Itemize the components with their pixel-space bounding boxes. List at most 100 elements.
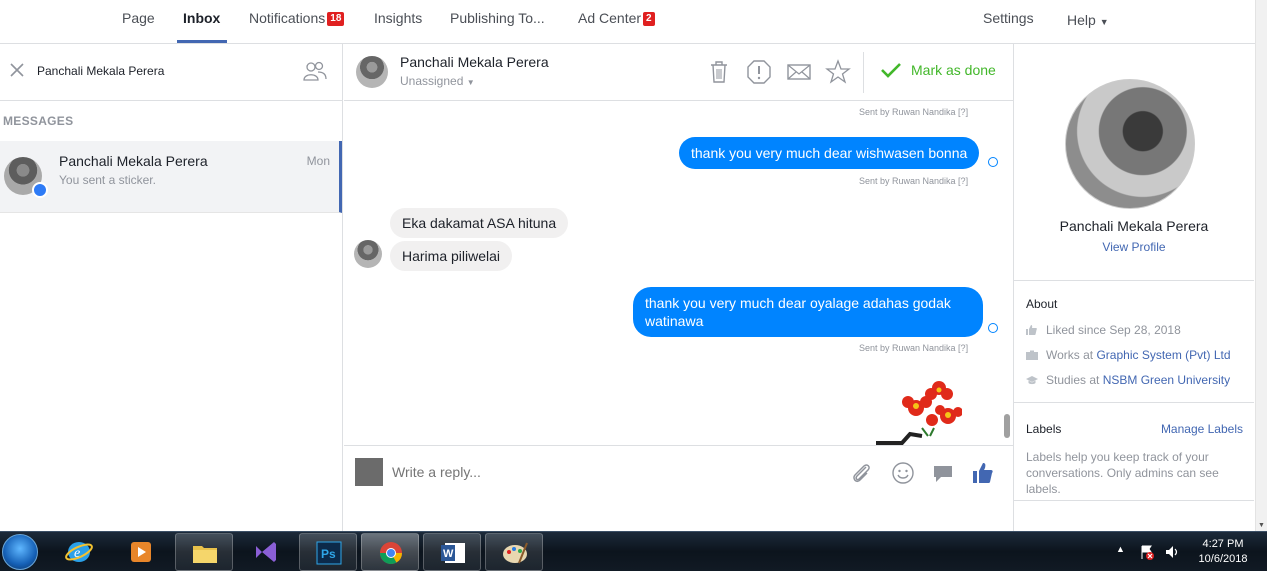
- nav-notifications[interactable]: Notifications 18: [249, 0, 345, 44]
- thread-time: Mon: [306, 154, 330, 168]
- nav-page[interactable]: Page: [122, 0, 155, 44]
- reply-input[interactable]: [392, 464, 792, 480]
- trash-icon[interactable]: [706, 59, 732, 85]
- seen-check-icon: [988, 157, 998, 167]
- studies-at-row: Studies at NSBM Green University: [1026, 373, 1230, 387]
- taskbar-word[interactable]: W: [423, 533, 481, 571]
- header-divider: [863, 52, 864, 93]
- briefcase-icon: [1026, 350, 1038, 360]
- action-center-flag-icon[interactable]: [1139, 544, 1155, 560]
- emoji-icon[interactable]: [891, 461, 915, 485]
- nav-ad-center-label: Ad Center: [578, 10, 642, 26]
- thread-item[interactable]: Panchali Mekala Perera You sent a sticke…: [0, 141, 342, 213]
- close-icon[interactable]: [9, 62, 25, 78]
- mail-icon[interactable]: [786, 59, 812, 85]
- attachment-icon[interactable]: [850, 461, 874, 485]
- graduation-cap-icon: [1026, 376, 1038, 385]
- nav-publishing-label: Publishing To...: [450, 10, 545, 26]
- star-icon[interactable]: [825, 59, 851, 85]
- saved-replies-icon[interactable]: [931, 461, 955, 485]
- studies-prefix: Studies at: [1046, 373, 1103, 387]
- mark-as-done-label: Mark as done: [911, 62, 996, 78]
- volume-icon[interactable]: [1164, 544, 1180, 560]
- scroll-down-arrow-icon[interactable]: ▼: [1258, 522, 1265, 529]
- message-bubble-incoming[interactable]: Harima piliwelai: [390, 241, 513, 271]
- nav-ad-center[interactable]: Ad Center 2: [578, 0, 655, 44]
- profile-name: Panchali Mekala Perera: [1059, 218, 1209, 234]
- liked-since-row: Liked since Sep 28, 2018: [1026, 323, 1181, 337]
- taskbar-visual-studio[interactable]: [237, 533, 295, 571]
- nav-inbox[interactable]: Inbox: [177, 0, 227, 43]
- divider: [1014, 402, 1254, 403]
- conversation-header: Panchali Mekala Perera Unassigned ▼ Mark…: [344, 44, 1013, 101]
- profile-photo[interactable]: [1065, 79, 1195, 209]
- flower-sticker-icon[interactable]: [872, 376, 962, 445]
- word-icon: W: [441, 543, 465, 563]
- message-bubble-outgoing[interactable]: thank you very much dear oyalage adahas …: [633, 287, 983, 337]
- employer-link[interactable]: Graphic System (Pvt) Ltd: [1096, 348, 1230, 362]
- liked-since-text: Liked since Sep 28, 2018: [1046, 323, 1181, 337]
- clock-date: 10/6/2018: [1198, 553, 1248, 565]
- conversation-title[interactable]: Panchali Mekala Perera: [400, 54, 549, 70]
- search-row: Panchali Mekala Perera: [0, 44, 342, 101]
- thread-list-panel: Panchali Mekala Perera MESSAGES Panchali…: [0, 44, 343, 531]
- messenger-icon: [32, 182, 48, 198]
- reply-composer: [344, 445, 1013, 531]
- internet-explorer-icon: e: [65, 542, 93, 562]
- taskbar-file-explorer[interactable]: [175, 533, 233, 571]
- sent-by-label: Sent by Ruwan Nandika [?]: [859, 176, 969, 186]
- start-button[interactable]: [2, 534, 38, 570]
- avatar: [354, 240, 382, 268]
- about-heading: About: [1026, 297, 1058, 311]
- assignee-label: Unassigned: [400, 74, 464, 88]
- nav-help[interactable]: Help ▼: [1067, 2, 1109, 46]
- message-bubble-incoming[interactable]: Eka dakamat ASA hituna: [390, 208, 569, 238]
- svg-text:W: W: [443, 548, 454, 560]
- seen-check-icon: [988, 323, 998, 333]
- conversation-scroll-thumb[interactable]: [1004, 414, 1010, 438]
- taskbar-photoshop[interactable]: Ps: [299, 533, 357, 571]
- taskbar-paint[interactable]: [485, 533, 543, 571]
- mark-as-done-button[interactable]: Mark as done: [880, 62, 996, 78]
- nav-insights-label: Insights: [374, 10, 423, 26]
- page-scrollbar[interactable]: ▼: [1255, 0, 1267, 531]
- conversation-panel: Panchali Mekala Perera Unassigned ▼ Mark…: [344, 44, 1013, 531]
- system-clock[interactable]: 4:27 PM 10/6/2018: [1190, 537, 1256, 567]
- nav-insights[interactable]: Insights: [374, 0, 422, 44]
- spam-icon[interactable]: [746, 59, 772, 85]
- clock-time: 4:27 PM: [1202, 538, 1244, 550]
- works-prefix: Works at: [1046, 348, 1097, 362]
- svg-text:Ps: Ps: [321, 547, 336, 561]
- labels-heading: Labels: [1026, 422, 1062, 436]
- search-query[interactable]: Panchali Mekala Perera: [37, 64, 164, 78]
- nav-page-label: Page: [122, 10, 155, 26]
- show-hidden-icons-arrow-icon[interactable]: ▲: [1116, 544, 1125, 554]
- messages-section-label: MESSAGES: [0, 101, 342, 141]
- nav-publishing-tools[interactable]: Publishing To...: [450, 0, 545, 44]
- message-bubble-outgoing[interactable]: thank you very much dear wishwasen bonna: [679, 137, 980, 169]
- sent-by-label: Sent by Ruwan Nandika [?]: [859, 107, 969, 117]
- view-profile-link[interactable]: View Profile: [1014, 240, 1254, 254]
- taskbar-internet-explorer[interactable]: e: [50, 533, 108, 571]
- folder-icon: [193, 546, 217, 563]
- taskbar-media-player[interactable]: [112, 533, 170, 571]
- divider: [1014, 500, 1254, 501]
- works-at-row: Works at Graphic System (Pvt) Ltd: [1026, 348, 1231, 362]
- message-list: Sent by Ruwan Nandika [?] thank you very…: [344, 101, 1013, 445]
- media-player-icon: [131, 542, 151, 562]
- thread-name: Panchali Mekala Perera: [59, 153, 208, 169]
- school-link[interactable]: NSBM Green University: [1103, 373, 1230, 387]
- caret-down-icon: ▼: [1099, 17, 1109, 27]
- assignee-dropdown[interactable]: Unassigned ▼: [400, 74, 475, 88]
- nav-settings-label: Settings: [983, 10, 1034, 26]
- paint-palette-icon: [503, 542, 528, 564]
- avatar[interactable]: [356, 56, 388, 88]
- profile-panel: Panchali Mekala Perera View Profile Abou…: [1013, 44, 1255, 531]
- taskbar-chrome[interactable]: [361, 533, 419, 571]
- people-icon[interactable]: [302, 60, 328, 82]
- thumbs-up-icon[interactable]: [971, 461, 995, 485]
- thread-snippet: You sent a sticker.: [59, 173, 156, 187]
- manage-labels-link[interactable]: Manage Labels: [1161, 422, 1243, 436]
- page-avatar: [355, 458, 383, 486]
- nav-settings[interactable]: Settings: [983, 0, 1034, 44]
